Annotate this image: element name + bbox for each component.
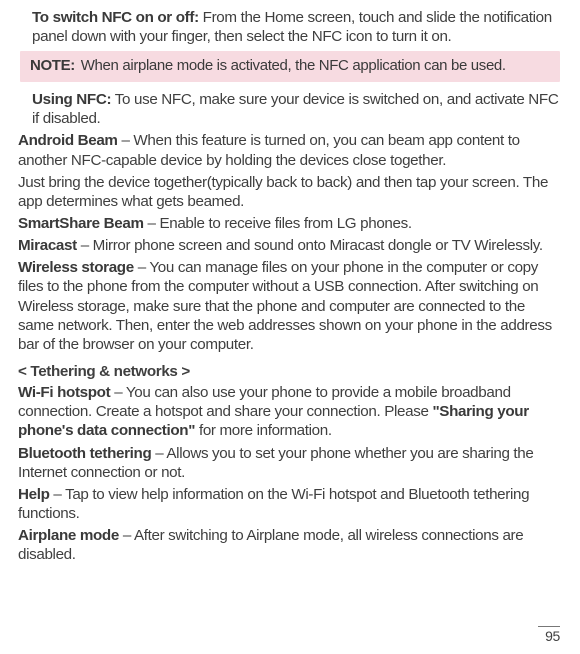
airplane-mode-bold: Airplane mode <box>18 527 119 544</box>
nfc-switch-paragraph: To switch NFC on or off: From the Home s… <box>18 8 562 46</box>
page-container: To switch NFC on or off: From the Home s… <box>0 0 580 654</box>
smartshare-paragraph: SmartShare Beam – Enable to receive file… <box>18 214 562 233</box>
note-text: When airplane mode is activated, the NFC… <box>77 57 506 74</box>
page-number: 95 <box>538 626 560 646</box>
bluetooth-tether-bold: Bluetooth tethering <box>18 445 151 462</box>
help-paragraph: Help – Tap to view help information on t… <box>18 485 562 523</box>
wifi-hotspot-bold: Wi-Fi hotspot <box>18 384 110 401</box>
note-box: NOTE: When airplane mode is activated, t… <box>20 51 560 82</box>
note-label: NOTE: <box>30 57 75 74</box>
airplane-mode-paragraph: Airplane mode – After switching to Airpl… <box>18 526 562 564</box>
using-nfc-bold: Using NFC: <box>32 91 111 108</box>
android-beam-detail: Just bring the device together(typically… <box>18 173 562 211</box>
miracast-bold: Miracast <box>18 237 77 254</box>
using-nfc-paragraph: Using NFC: To use NFC, make sure your de… <box>18 90 562 128</box>
wifi-hotspot-text2: for more information. <box>195 422 332 439</box>
nfc-switch-bold: To switch NFC on or off: <box>32 9 199 26</box>
android-beam-bold: Android Beam <box>18 132 118 149</box>
smartshare-bold: SmartShare Beam <box>18 215 144 232</box>
wifi-hotspot-paragraph: Wi-Fi hotspot – You can also use your ph… <box>18 383 562 440</box>
tethering-section-header: < Tethering & networks > <box>18 362 562 381</box>
smartshare-text: – Enable to receive files from LG phones… <box>144 215 412 232</box>
help-text: – Tap to view help information on the Wi… <box>18 486 529 522</box>
miracast-paragraph: Miracast – Mirror phone screen and sound… <box>18 236 562 255</box>
bluetooth-tether-paragraph: Bluetooth tethering – Allows you to set … <box>18 444 562 482</box>
miracast-text: – Mirror phone screen and sound onto Mir… <box>77 237 543 254</box>
help-bold: Help <box>18 486 50 503</box>
android-beam-paragraph: Android Beam – When this feature is turn… <box>18 131 562 169</box>
wireless-storage-bold: Wireless storage <box>18 259 134 276</box>
using-nfc-text: To use NFC, make sure your device is swi… <box>32 91 558 127</box>
wireless-storage-paragraph: Wireless storage – You can manage files … <box>18 258 562 354</box>
